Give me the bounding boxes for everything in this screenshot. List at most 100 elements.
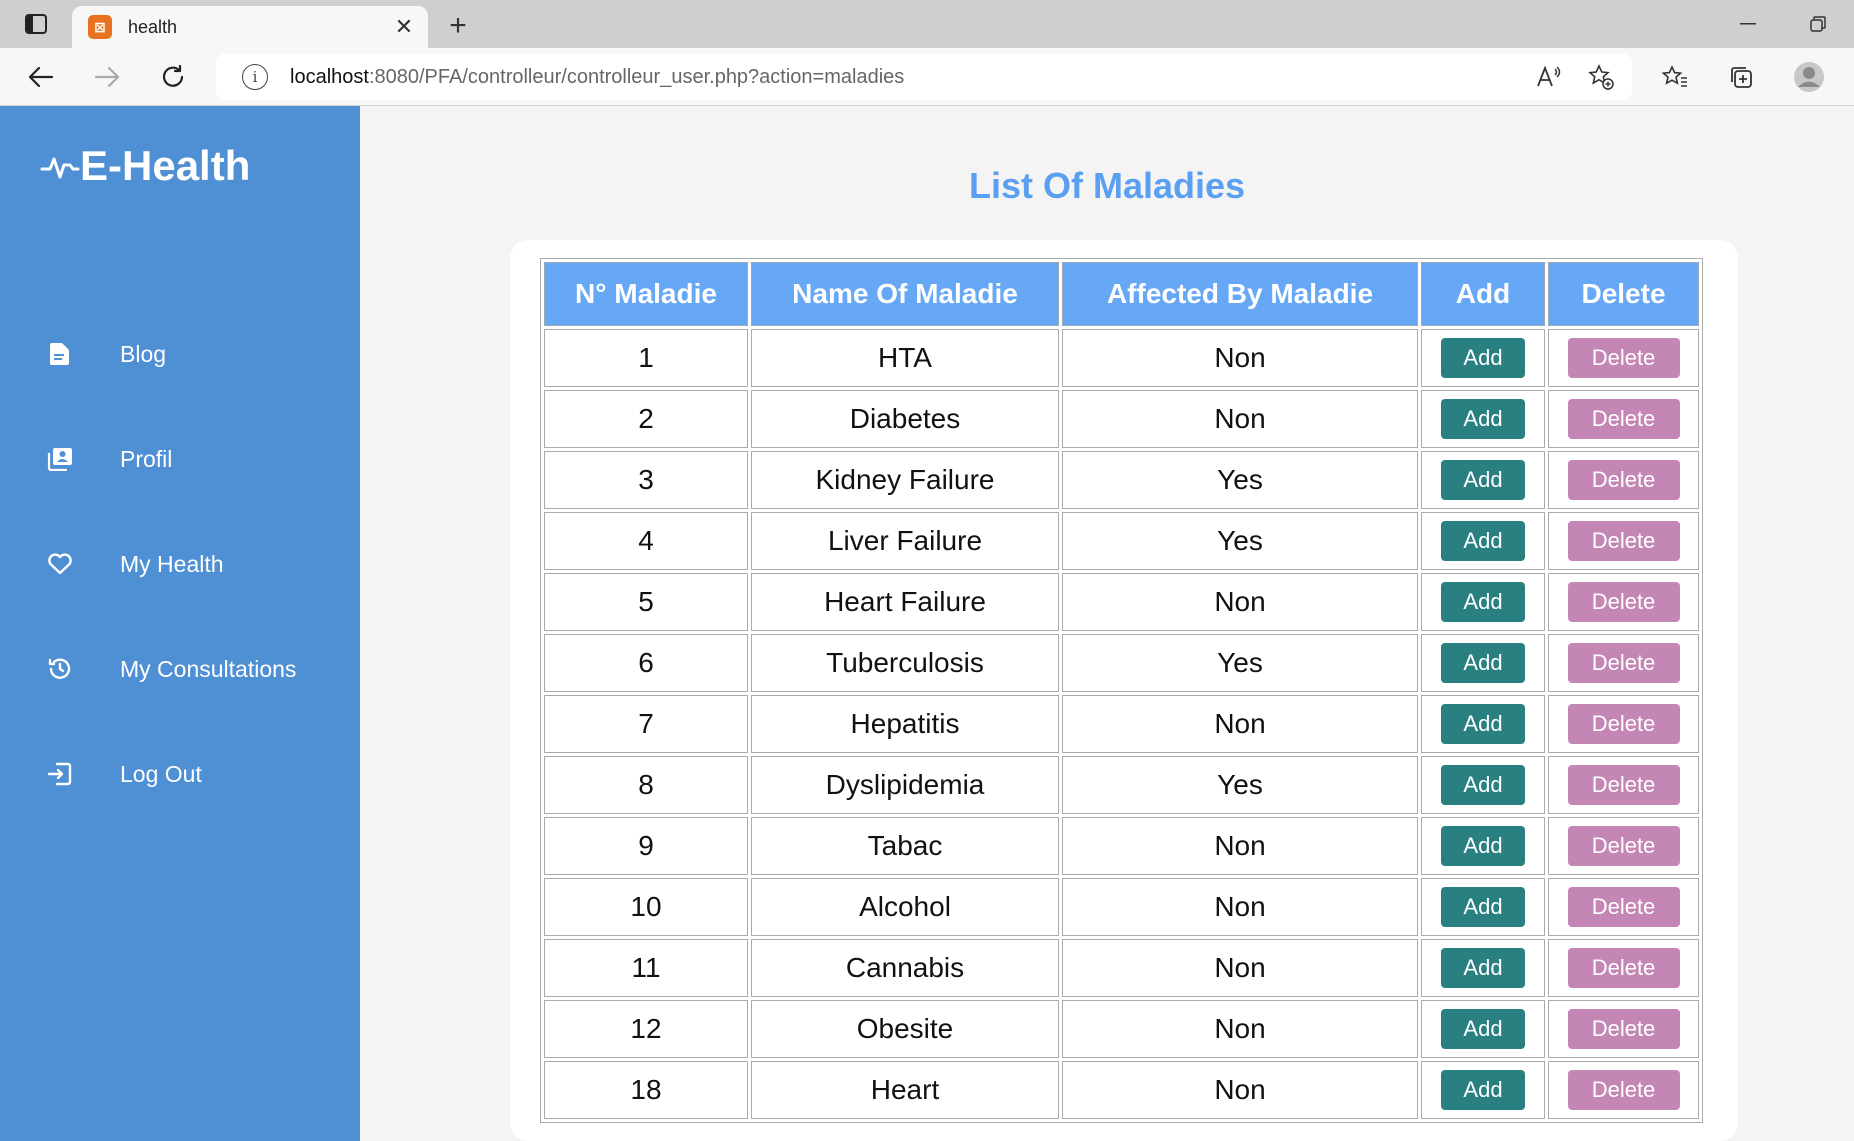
table-row: 9 Tabac Non Add Delete [544,817,1699,875]
maladie-id: 18 [544,1061,748,1119]
browser-tab-bar: ⊠ health ✕ + [0,0,1854,48]
reload-icon[interactable] [152,56,194,98]
sidebar-item-blog[interactable]: Blog [0,324,360,384]
maladie-id: 8 [544,756,748,814]
table-row: 1 HTA Non Add Delete [544,329,1699,387]
url-text: localhost:8080/PFA/controlleur/controlle… [290,65,905,88]
add-button[interactable]: Add [1441,1009,1525,1049]
delete-cell: Delete [1548,451,1699,509]
browser-tab[interactable]: ⊠ health ✕ [72,6,428,48]
delete-button[interactable]: Delete [1567,1009,1680,1049]
table-row: 2 Diabetes Non Add Delete [544,390,1699,448]
affected-status: Non [1062,878,1418,936]
logo-text: E-Health [80,142,251,189]
add-button[interactable]: Add [1441,338,1525,378]
add-favorite-icon[interactable] [1582,58,1620,96]
table-row: 18 Heart Non Add Delete [544,1061,1699,1119]
maladie-name: Kidney Failure [751,451,1059,509]
xampp-icon: ⊠ [88,15,112,39]
delete-button[interactable]: Delete [1567,399,1680,439]
info-icon[interactable]: i [242,64,268,90]
collections-icon[interactable] [1720,56,1762,98]
maladie-name: Dyslipidemia [751,756,1059,814]
delete-button[interactable]: Delete [1567,1070,1680,1110]
add-button[interactable]: Add [1441,582,1525,622]
maladie-id: 9 [544,817,748,875]
maladie-id: 12 [544,1000,748,1058]
delete-button[interactable]: Delete [1567,521,1680,561]
table-row: 10 Alcohol Non Add Delete [544,878,1699,936]
maladie-id: 11 [544,939,748,997]
add-button[interactable]: Add [1441,704,1525,744]
delete-cell: Delete [1548,817,1699,875]
add-button[interactable]: Add [1441,643,1525,683]
table-row: 3 Kidney Failure Yes Add Delete [544,451,1699,509]
add-button[interactable]: Add [1441,399,1525,439]
delete-button[interactable]: Delete [1567,643,1680,683]
affected-status: Non [1062,1000,1418,1058]
maladie-name: Cannabis [751,939,1059,997]
table-row: 4 Liver Failure Yes Add Delete [544,512,1699,570]
maladie-name: HTA [751,329,1059,387]
table-row: 7 Hepatitis Non Add Delete [544,695,1699,753]
delete-button[interactable]: Delete [1567,582,1680,622]
maladie-id: 7 [544,695,748,753]
table-row: 5 Heart Failure Non Add Delete [544,573,1699,631]
profile-avatar-icon[interactable] [1788,56,1830,98]
page-title: List Of Maladies [968,165,1246,206]
profile-icon [46,445,74,473]
sidebar-item-label: My Consultations [120,655,297,682]
delete-button[interactable]: Delete [1567,826,1680,866]
sidebar-item-profil[interactable]: Profil [0,429,360,489]
heart-icon [46,550,74,578]
read-aloud-icon[interactable] [1530,58,1568,96]
add-button[interactable]: Add [1441,948,1525,988]
favorites-icon[interactable] [1654,56,1696,98]
maladie-id: 2 [544,390,748,448]
maladie-id: 1 [544,329,748,387]
maladie-name: Heart [751,1061,1059,1119]
maladies-table: N° Maladie Name Of Maladie Affected By M… [540,258,1703,1123]
delete-button[interactable]: Delete [1567,338,1680,378]
back-arrow-icon[interactable] [20,56,62,98]
maladie-name: Tuberculosis [751,634,1059,692]
sidebar-item-log-out[interactable]: Log Out [0,744,360,804]
affected-status: Non [1062,939,1418,997]
add-cell: Add [1421,1061,1545,1119]
restore-icon[interactable] [1800,8,1836,40]
maladie-id: 5 [544,573,748,631]
add-button[interactable]: Add [1441,521,1525,561]
minimize-icon[interactable] [1730,8,1766,40]
forward-arrow-icon[interactable] [86,56,128,98]
add-button[interactable]: Add [1441,887,1525,927]
maladie-id: 10 [544,878,748,936]
close-icon[interactable]: ✕ [386,9,422,45]
add-cell: Add [1421,573,1545,631]
add-cell: Add [1421,451,1545,509]
delete-button[interactable]: Delete [1567,704,1680,744]
new-tab-button[interactable]: + [440,8,476,44]
sidebar-item-my-health[interactable]: My Health [0,534,360,594]
column-header: Delete [1548,262,1699,326]
add-button[interactable]: Add [1441,1070,1525,1110]
delete-button[interactable]: Delete [1567,460,1680,500]
affected-status: Non [1062,1061,1418,1119]
add-cell: Add [1421,329,1545,387]
table-row: 6 Tuberculosis Yes Add Delete [544,634,1699,692]
blog-icon [46,340,74,368]
affected-status: Yes [1062,634,1418,692]
tab-actions-icon[interactable] [16,12,56,36]
logout-icon [46,760,74,788]
address-bar[interactable]: i localhost:8080/PFA/controlleur/control… [216,54,1632,100]
add-button[interactable]: Add [1441,460,1525,500]
table-body: 1 HTA Non Add Delete 2 Diabetes Non Add Delete 3 Ki… [544,329,1699,1119]
logo[interactable]: E-Health [40,142,250,190]
add-button[interactable]: Add [1441,765,1525,805]
add-cell: Add [1421,390,1545,448]
delete-button[interactable]: Delete [1567,887,1680,927]
delete-button[interactable]: Delete [1567,765,1680,805]
add-button[interactable]: Add [1441,826,1525,866]
maladie-name: Diabetes [751,390,1059,448]
delete-button[interactable]: Delete [1567,948,1680,988]
sidebar-item-my-consultations[interactable]: My Consultations [0,639,360,699]
